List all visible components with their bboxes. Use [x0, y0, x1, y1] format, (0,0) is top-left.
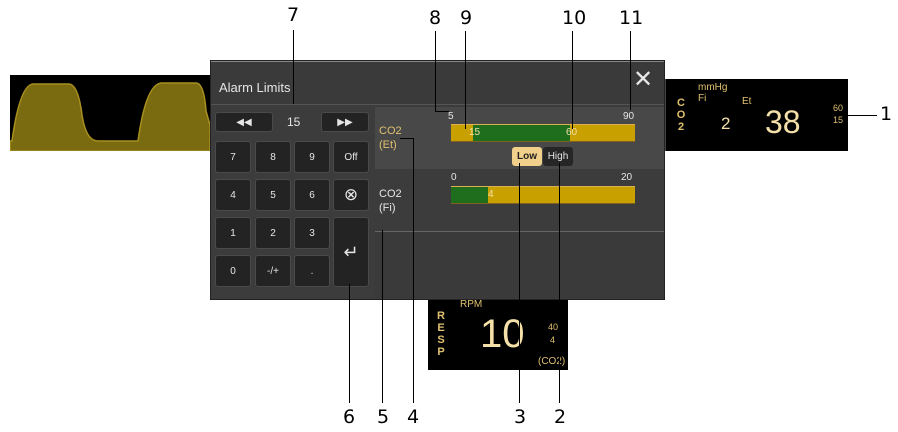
- high-limit-button[interactable]: High: [543, 147, 573, 166]
- co2-parameter-tile[interactable]: C O 2 mmHg Fi Et 2 38 60 15: [664, 79, 848, 151]
- resp-source: (CO2): [538, 356, 566, 367]
- callout-6: 6: [343, 406, 356, 428]
- co2-fi-high-alarm-zone: [488, 187, 635, 203]
- co2-fi-high-limit-value: 4: [488, 189, 494, 200]
- callout-1-line: [847, 115, 877, 116]
- callout-2-line: [559, 163, 560, 403]
- callout-4: 4: [407, 406, 420, 428]
- callout-8-line: [435, 31, 436, 111]
- co2-et-normal-zone: [473, 125, 570, 141]
- callout-10: 10: [562, 7, 587, 29]
- keypad-6[interactable]: 6: [294, 179, 330, 211]
- waveform-graphic: [9, 82, 211, 152]
- callout-8: 8: [429, 7, 442, 29]
- co2-et-value: 38: [765, 104, 801, 140]
- co2-fi-label: CO2 (Fi): [379, 188, 402, 214]
- keypad-decimal[interactable]: .: [294, 255, 330, 287]
- co2-unit: mmHg: [698, 82, 728, 93]
- co2-et-label: CO2 (Et): [379, 125, 402, 151]
- co2-fi-normal-zone: [451, 187, 488, 203]
- callout-6-line: [349, 284, 350, 403]
- co2-fi-scale-max: 20: [621, 172, 633, 183]
- callout-3-line: [519, 163, 520, 403]
- co2-et-row[interactable]: CO2 (Et) 5 90 15 60 Low High: [375, 107, 664, 170]
- co2-fi-scale-min: 0: [451, 172, 457, 183]
- keypad-off[interactable]: Off: [333, 141, 369, 173]
- keypad-0[interactable]: 0: [215, 255, 251, 287]
- callout-5-line: [382, 230, 383, 403]
- resp-parameter-tile[interactable]: R E S P RPM 10 40 4 (CO2): [428, 296, 568, 370]
- keypad-5[interactable]: 5: [255, 179, 291, 211]
- keypad-8[interactable]: 8: [255, 141, 291, 173]
- co2-et-scale-max: 90: [623, 111, 635, 122]
- decrement-button[interactable]: ◀◀: [215, 112, 273, 132]
- dialog-header: Alarm Limits ✕: [211, 62, 664, 105]
- keypad-3[interactable]: 3: [294, 217, 330, 249]
- callout-4-line: [413, 138, 414, 403]
- keypad-9[interactable]: 9: [294, 141, 330, 173]
- low-limit-button[interactable]: Low: [512, 147, 542, 166]
- clear-icon[interactable]: ⊗: [333, 179, 369, 211]
- close-icon[interactable]: ✕: [633, 68, 653, 92]
- callout-3: 3: [514, 406, 527, 428]
- co2-upper-limit: 60: [833, 103, 844, 113]
- current-value-display: 15: [287, 115, 301, 129]
- keypad-2[interactable]: 2: [255, 217, 291, 249]
- co2-fi-value: 2: [721, 114, 731, 133]
- callout-9-line: [465, 31, 466, 129]
- callout-11: 11: [619, 7, 644, 29]
- co2-lower-limit: 15: [833, 115, 844, 125]
- callout-11-line: [630, 31, 631, 110]
- increment-button[interactable]: ▶▶: [321, 112, 369, 132]
- callout-2: 2: [554, 406, 567, 428]
- resp-side-label: R E S P: [437, 310, 445, 358]
- callout-8-line-h: [435, 111, 449, 112]
- callout-10-line: [572, 31, 573, 129]
- callout-9: 9: [460, 7, 473, 29]
- dialog-title: Alarm Limits: [219, 80, 291, 95]
- co2-fi-label: Fi: [698, 93, 707, 104]
- callout-7-line: [293, 30, 294, 104]
- callout-1: 1: [880, 103, 893, 125]
- co2-et-high-alarm-zone: [570, 125, 635, 141]
- co2-et-label: Et: [742, 96, 752, 107]
- co2-et-scale-min: 5: [448, 111, 454, 122]
- resp-lower-limit: 4: [550, 335, 556, 345]
- enter-key-icon[interactable]: ↵: [333, 217, 369, 287]
- resp-value: 10: [480, 312, 525, 356]
- co2-et-low-limit-value: 15: [469, 127, 481, 138]
- callout-7: 7: [287, 4, 300, 26]
- keypad-sign[interactable]: -/+: [255, 255, 291, 287]
- callout-5: 5: [377, 406, 390, 428]
- keypad-1[interactable]: 1: [215, 217, 251, 249]
- resp-unit: RPM: [460, 299, 483, 310]
- co2-et-limit-bar[interactable]: 15 60: [451, 124, 635, 142]
- co2-waveform: [9, 75, 211, 152]
- keypad-7[interactable]: 7: [215, 141, 251, 173]
- alarm-limits-dialog: Alarm Limits ✕ ◀◀ 15 ▶▶ 7 8 9 Off 4 5 6 …: [211, 61, 664, 299]
- resp-upper-limit: 40: [548, 322, 559, 332]
- co2-side-label: C O 2: [676, 97, 686, 133]
- keypad-4[interactable]: 4: [215, 179, 251, 211]
- callout-4-line-h: [400, 138, 413, 139]
- co2-fi-limit-bar[interactable]: 4: [451, 186, 635, 204]
